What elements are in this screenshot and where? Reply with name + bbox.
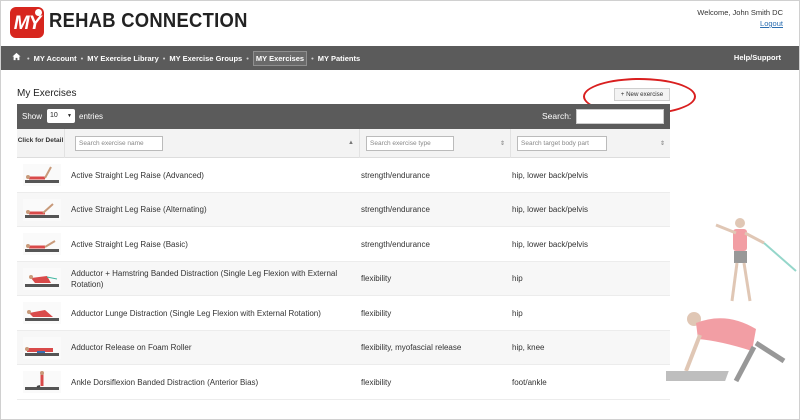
table-row[interactable]: Active Straight Leg Raise (Basic) strengt… (17, 227, 670, 262)
logo-person-icon (35, 9, 42, 16)
table-row[interactable]: Ankle Dorsiflexion Banded Distraction (A… (17, 365, 670, 400)
exercise-name[interactable]: Active Straight Leg Raise (Basic) (71, 227, 351, 261)
home-icon[interactable] (12, 52, 21, 61)
nav-item-my-exercise-groups[interactable]: MY Exercise Groups (169, 54, 242, 63)
table-toolbar: Show 10 ▼ entries Search: (17, 104, 670, 129)
nav-item-my-exercise-library[interactable]: MY Exercise Library (87, 54, 159, 63)
logout-link[interactable]: Logout (697, 18, 783, 29)
table-row[interactable]: Adductor Release on Foam Roller flexibili… (17, 330, 670, 365)
welcome-text: Welcome, John Smith DC (697, 8, 783, 17)
table-body: Active Straight Leg Raise (Advanced) stre… (17, 158, 670, 400)
search-input[interactable] (576, 109, 664, 124)
exercise-name[interactable]: Adductor Lunge Distraction (Single Leg F… (71, 296, 351, 330)
type-column-header[interactable]: Search exercise type ⇕ (360, 129, 511, 158)
exercise-thumbnail[interactable] (23, 198, 61, 221)
main-nav: • MY Account • MY Exercise Library • MY Exerc… (1, 46, 799, 70)
exercise-type: flexibility (361, 377, 392, 387)
table-row[interactable]: Adductor + Hamstring Banded Distraction … (17, 261, 670, 296)
target-body-part: hip, lower back/pelvis (512, 170, 589, 180)
exercise-name[interactable]: Active Straight Leg Raise (Advanced) (71, 158, 351, 192)
exercise-type: flexibility (361, 274, 392, 283)
nav-item-my-patients[interactable]: MY Patients (318, 54, 360, 63)
nav-separator: • (311, 53, 314, 63)
entries-label: entries (79, 112, 104, 121)
target-body-part: hip (512, 274, 523, 283)
nav-item-my-account[interactable]: MY Account (34, 54, 77, 63)
exercise-thumbnail[interactable] (23, 233, 61, 255)
app-frame: MY REHAB CONNECTION Welcome, John Smith … (0, 0, 800, 420)
help-support-link[interactable]: Help/Support (734, 53, 781, 62)
header: MY REHAB CONNECTION Welcome, John Smith … (1, 1, 799, 45)
search-type-input[interactable]: Search exercise type (366, 136, 454, 151)
target-body-part: hip, lower back/pelvis (512, 205, 589, 214)
caret-down-icon: ▼ (67, 113, 72, 119)
table-row[interactable]: Active Straight Leg Raise (Advanced) stre… (17, 158, 670, 193)
exercise-thumbnail[interactable] (23, 336, 61, 359)
exercise-illustration (666, 218, 797, 383)
exercise-thumbnail[interactable] (23, 302, 61, 324)
exercise-type: flexibility (361, 308, 392, 318)
search-label: Search: (542, 111, 572, 121)
table-header: Click for Detail Search exercise name ▲ … (17, 129, 670, 158)
detail-column-header: Click for Detail (17, 129, 65, 158)
exercise-name[interactable]: Ankle Dorsiflexion Banded Distraction (A… (71, 365, 351, 399)
sort-asc-icon[interactable]: ▲ (348, 140, 354, 146)
exercise-thumbnail[interactable] (23, 371, 61, 393)
nav-separator: • (162, 53, 166, 63)
nav-separator: • (80, 53, 84, 63)
table-row[interactable]: Active Straight Leg Raise (Alternating) s… (17, 192, 670, 227)
exercise-name[interactable]: Adductor + Hamstring Banded Distraction … (71, 262, 351, 296)
exercise-type: strength/endurance (361, 239, 430, 249)
exercise-type: flexibility, myofascial release (361, 343, 462, 352)
search-name-input[interactable]: Search exercise name (75, 136, 163, 151)
exercise-thumbnail[interactable] (23, 164, 61, 186)
target-body-part: hip, knee (512, 343, 545, 352)
logo[interactable]: MY (10, 7, 44, 38)
search-body-input[interactable]: Search target body part (517, 136, 607, 151)
welcome-block: Welcome, John Smith DC Logout (697, 7, 783, 29)
exercise-type: strength/endurance (361, 170, 430, 180)
exercise-type: strength/endurance (361, 205, 430, 214)
name-column-header[interactable]: Search exercise name ▲ (65, 129, 360, 158)
nav-separator: • (246, 53, 249, 63)
nav-items: • MY Account • MY Exercise Library • MY Exerc… (23, 46, 360, 70)
target-body-part: foot/ankle (512, 377, 547, 387)
target-body-part: hip (512, 308, 523, 318)
exercise-name[interactable]: Active Straight Leg Raise (Alternating) (71, 193, 351, 227)
show-label: Show (22, 112, 43, 121)
sort-both-icon[interactable]: ⇕ (500, 140, 505, 147)
entries-select[interactable]: 10 ▼ (47, 109, 75, 123)
exercise-name[interactable]: Adductor Release on Foam Roller (71, 331, 351, 365)
body-column-header[interactable]: Search target body part ⇕ (511, 129, 670, 158)
table-row[interactable]: Adductor Lunge Distraction (Single Leg F… (17, 296, 670, 331)
brand-name: REHAB CONNECTION (49, 10, 248, 32)
entries-value: 10 (50, 112, 58, 119)
nav-item-my-exercises[interactable]: MY Exercises (252, 50, 308, 66)
target-body-part: hip, lower back/pelvis (512, 239, 589, 249)
sort-both-icon[interactable]: ⇕ (660, 140, 665, 147)
nav-separator: • (27, 53, 30, 63)
page-title: My Exercises (17, 88, 77, 99)
exercise-thumbnail[interactable] (23, 267, 61, 290)
